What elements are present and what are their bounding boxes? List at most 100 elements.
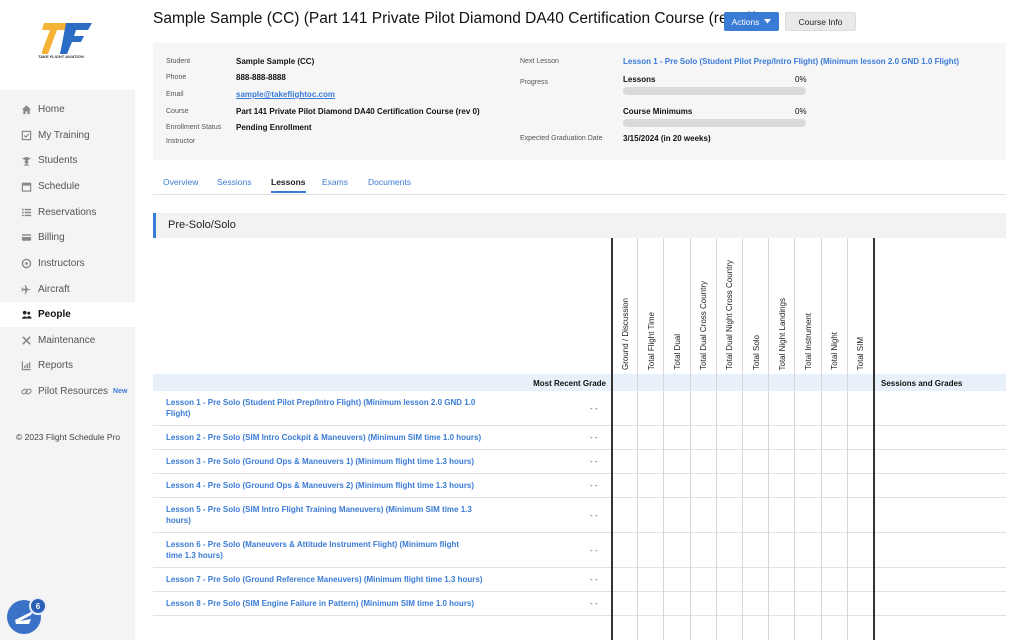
lesson-link[interactable]: Lesson 4 - Pre Solo (Ground Ops & Maneuv…	[166, 480, 496, 491]
graduation-label: Expected Graduation Date	[520, 135, 603, 142]
column-header-label: Total Instrument	[803, 313, 813, 370]
nav-aircraft[interactable]: Aircraft	[0, 277, 135, 302]
tab-sessions[interactable]: Sessions	[217, 177, 252, 187]
nav-home[interactable]: Home	[0, 97, 135, 122]
tab-bar: Overview Sessions Lessons Exams Document…	[153, 170, 1006, 195]
actions-label: Actions	[731, 16, 760, 27]
logo-caption: TAKE FLIGHT AVIATION	[38, 54, 84, 59]
lesson-link[interactable]: Lesson 6 - Pre Solo (Maneuvers & Attitud…	[166, 539, 476, 561]
lesson-grade: - -	[590, 457, 598, 466]
reports-icon	[21, 361, 31, 371]
lesson-grade: - -	[590, 545, 598, 555]
link-icon	[21, 388, 32, 395]
lesson-grade: - -	[590, 403, 598, 413]
nav-pilot-resources-label: Pilot Resources	[38, 386, 109, 397]
email-link[interactable]: sample@takeflightoc.com	[236, 90, 335, 99]
column-divider	[742, 238, 743, 640]
course-label: Course	[166, 108, 189, 115]
lesson-row: Lesson 2 - Pre Solo (SIM Intro Cockpit &…	[153, 426, 1006, 450]
column-divider	[611, 238, 613, 640]
nav-billing[interactable]: Billing	[0, 225, 135, 250]
lesson-link[interactable]: Lesson 1 - Pre Solo (Student Pilot Prep/…	[166, 397, 476, 419]
nav-aircraft-label: Aircraft	[38, 284, 70, 295]
course-value: Part 141 Private Pilot Diamond DA40 Cert…	[236, 107, 480, 116]
nav-maintenance[interactable]: Maintenance	[0, 328, 135, 353]
graduation-value: 3/15/2024 (in 20 weeks)	[623, 134, 711, 143]
column-header-label: Total Dual	[672, 334, 682, 370]
nav-people[interactable]: People	[0, 302, 135, 327]
lesson-grade: - -	[590, 481, 598, 490]
column-divider	[768, 238, 770, 640]
lesson-grade: - -	[590, 599, 598, 608]
column-header: Total Dual Cross Country	[691, 242, 717, 370]
tab-lessons[interactable]: Lessons	[271, 177, 306, 193]
nav-reports[interactable]: Reports	[0, 353, 135, 378]
nav-schedule[interactable]: Schedule	[0, 174, 135, 199]
billing-icon	[21, 234, 32, 241]
lessons-grid: Most Recent Grade Sessions and Grades Gr…	[153, 238, 1006, 640]
nav-reservations[interactable]: Reservations	[0, 200, 135, 225]
nav-students[interactable]: Students	[0, 148, 135, 173]
minimums-progress-label: Course Minimums	[623, 107, 693, 116]
home-icon	[21, 105, 32, 115]
nav-my-training[interactable]: My Training	[0, 123, 135, 148]
tab-documents[interactable]: Documents	[368, 177, 411, 187]
lessons-progress-percent: 0%	[795, 75, 807, 84]
actions-button[interactable]: Actions	[724, 12, 779, 31]
enrollment-label: Enrollment Status	[166, 124, 222, 131]
next-lesson-label: Next Lesson	[520, 58, 559, 65]
nav-my-training-label: My Training	[38, 130, 90, 141]
column-divider	[820, 238, 822, 640]
nav-people-label: People	[38, 309, 71, 320]
grid-subheader: Most Recent Grade Sessions and Grades	[153, 374, 1006, 391]
nav-maintenance-label: Maintenance	[38, 335, 96, 346]
nav-instructors[interactable]: Instructors	[0, 251, 135, 276]
lesson-grade: - -	[590, 433, 598, 442]
lesson-grade: - -	[590, 510, 598, 520]
lesson-link[interactable]: Lesson 7 - Pre Solo (Ground Reference Ma…	[166, 574, 496, 585]
column-divider	[637, 238, 639, 640]
column-header-label: Total SIM	[856, 336, 866, 370]
nav-billing-label: Billing	[38, 232, 65, 243]
course-info-button[interactable]: Course Info	[785, 12, 856, 31]
tab-exams[interactable]: Exams	[322, 177, 348, 187]
column-header: Total SIM	[848, 242, 874, 370]
lesson-link[interactable]: Lesson 3 - Pre Solo (Ground Ops & Maneuv…	[166, 456, 496, 467]
page-title: Sample Sample (CC) (Part 141 Private Pil…	[153, 10, 759, 27]
section-title: Pre-Solo/Solo	[168, 219, 236, 231]
column-divider	[689, 238, 691, 640]
student-info-panel: Student Sample Sample (CC) Phone 888-888…	[153, 43, 1006, 160]
lesson-link[interactable]: Lesson 5 - Pre Solo (SIM Intro Flight Tr…	[166, 504, 476, 526]
column-header: Total Night Landings	[769, 242, 795, 371]
calendar-icon	[21, 182, 32, 192]
column-divider	[715, 238, 717, 640]
lesson-link[interactable]: Lesson 8 - Pre Solo (SIM Engine Failure …	[166, 598, 496, 609]
instructor-label: Instructor	[166, 138, 196, 145]
lessons-progress-bar	[623, 87, 806, 95]
column-header: Total Dual	[664, 242, 690, 370]
column-header-label: Total Solo	[751, 334, 761, 370]
logo-area: TAKE FLIGHT AVIATION	[0, 0, 135, 90]
column-header: Total Flight Time	[638, 242, 664, 370]
lesson-row: Lesson 5 - Pre Solo (SIM Intro Flight Tr…	[153, 498, 1006, 533]
students-icon	[21, 156, 32, 166]
nav-reservations-label: Reservations	[38, 207, 97, 218]
chevron-down-icon	[764, 19, 772, 24]
lesson-row: Lesson 8 - Pre Solo (SIM Engine Failure …	[153, 592, 1006, 616]
column-header: Total Dual Night Cross Country	[717, 242, 743, 370]
nav-instructors-label: Instructors	[38, 258, 85, 269]
lesson-row: Lesson 6 - Pre Solo (Maneuvers & Attitud…	[153, 533, 1006, 568]
progress-label: Progress	[520, 79, 549, 86]
lesson-link[interactable]: Lesson 2 - Pre Solo (SIM Intro Cockpit &…	[166, 432, 496, 443]
instructor-icon	[21, 258, 32, 269]
next-lesson-link[interactable]: Lesson 1 - Pre Solo (Student Pilot Prep/…	[623, 57, 959, 66]
tab-overview[interactable]: Overview	[163, 177, 198, 187]
nav-pilot-resources[interactable]: Pilot Resources New	[0, 379, 135, 404]
email-label: Email	[166, 91, 184, 98]
column-header-label: Total Dual Cross Country	[699, 281, 709, 370]
nav-reports-label: Reports	[38, 360, 74, 371]
student-label: Student	[166, 58, 191, 65]
lesson-row: Lesson 7 - Pre Solo (Ground Reference Ma…	[153, 568, 1006, 592]
column-header-label: Total Dual Night Cross Country	[725, 260, 735, 370]
column-divider	[873, 238, 875, 640]
